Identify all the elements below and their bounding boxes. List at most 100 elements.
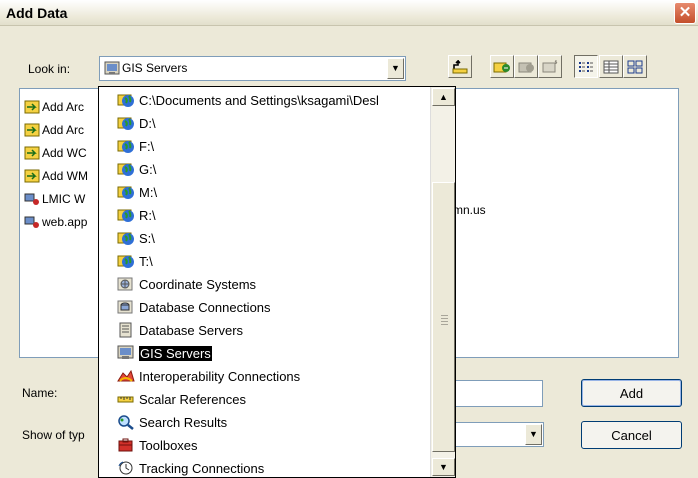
- server-connection-icon: [24, 216, 39, 228]
- dropdown-item[interactable]: F:\: [117, 135, 154, 157]
- scroll-thumb[interactable]: [432, 182, 455, 452]
- cancel-button-label: Cancel: [611, 427, 652, 443]
- add-button[interactable]: Add: [581, 379, 682, 407]
- gis-servers-icon: [117, 345, 134, 359]
- connect-to-folder-icon: [493, 62, 510, 72]
- new-item-button[interactable]: [538, 55, 562, 78]
- globe-folder-icon: [117, 140, 134, 153]
- dropdown-item[interactable]: Scalar References: [117, 388, 246, 410]
- dropdown-item[interactable]: T:\: [117, 250, 153, 272]
- list-item-label: Add Arc: [42, 100, 85, 114]
- globe-folder-icon: [117, 94, 134, 107]
- scroll-down-button[interactable]: ▼: [432, 458, 455, 476]
- globe-folder-icon: [117, 209, 134, 222]
- dropdown-item[interactable]: D:\: [117, 112, 156, 134]
- look-in-label: Look in:: [28, 62, 71, 76]
- gis-servers-icon: [104, 61, 120, 79]
- list-item-label: Add Arc: [42, 123, 85, 137]
- list-item-label: LMIC W: [42, 192, 86, 206]
- up-one-level-button[interactable]: [448, 55, 472, 78]
- dropdown-item-label: T:\: [139, 253, 153, 269]
- dropdown-item[interactable]: Search Results: [117, 411, 227, 433]
- dropdown-item[interactable]: Interoperability Connections: [117, 365, 300, 387]
- database-servers-icon: [119, 322, 132, 338]
- globe-folder-icon: [117, 163, 134, 176]
- chevron-down-icon[interactable]: ▼: [525, 424, 542, 445]
- dropdown-item-label: M:\: [139, 184, 158, 200]
- dropdown-item-selected[interactable]: GIS Servers: [117, 342, 212, 364]
- dropdown-item[interactable]: G:\: [117, 158, 156, 180]
- scroll-up-button[interactable]: ▲: [432, 88, 455, 106]
- list-item[interactable]: Add WM: [24, 167, 88, 185]
- thumbnail-view-icon: [627, 60, 643, 73]
- new-item-icon: [542, 59, 558, 72]
- server-connection-icon: [24, 193, 39, 205]
- details-view-button[interactable]: [599, 55, 623, 78]
- add-button-label: Add: [619, 385, 644, 401]
- dropdown-item[interactable]: Toolboxes: [117, 434, 198, 456]
- add-server-icon: [24, 169, 40, 183]
- disconnect-folder-button[interactable]: [514, 55, 538, 78]
- add-server-icon: [24, 123, 40, 137]
- dropdown-item-label: Scalar References: [139, 391, 246, 407]
- grip-icon: [441, 315, 448, 327]
- globe-folder-icon: [117, 232, 134, 245]
- window-title: Add Data: [6, 5, 68, 21]
- chevron-up-icon: ▲: [439, 92, 448, 102]
- close-icon: ✕: [678, 4, 692, 21]
- cancel-button[interactable]: Cancel: [581, 421, 682, 449]
- name-label: Name:: [22, 386, 58, 400]
- list-item[interactable]: LMIC W: [24, 190, 85, 208]
- dropdown-item-label: Tracking Connections: [139, 460, 265, 476]
- dropdown-item-label: C:\Documents and Settings\ksagami\Desl: [139, 92, 379, 108]
- toolboxes-icon: [118, 438, 133, 452]
- dropdown-item-label: GIS Servers: [139, 345, 212, 361]
- list-item[interactable]: Add Arc: [24, 121, 84, 139]
- coordinate-systems-icon: [117, 277, 133, 291]
- chevron-down-icon: ▼: [439, 462, 448, 472]
- dropdown-item[interactable]: R:\: [117, 204, 156, 226]
- dropdown-item-label: S:\: [139, 230, 155, 246]
- dropdown-item[interactable]: Database Connections: [117, 296, 271, 318]
- up-folder-icon: [452, 59, 468, 73]
- title-bar: Add Data ✕: [0, 0, 698, 26]
- dropdown-scrollbar[interactable]: ▲ ▼: [430, 87, 455, 477]
- list-item-label: Add WC: [42, 146, 87, 160]
- look-in-combo[interactable]: GIS Servers ▼: [99, 56, 406, 81]
- name-field[interactable]: [455, 380, 543, 407]
- dropdown-item[interactable]: C:\Documents and Settings\ksagami\Desl: [117, 89, 379, 111]
- globe-folder-icon: [117, 117, 134, 130]
- connect-to-folder-button[interactable]: [490, 55, 514, 78]
- list-view-icon: [579, 61, 593, 72]
- look-in-dropdown[interactable]: C:\Documents and Settings\ksagami\Desl D…: [98, 86, 456, 478]
- dropdown-item[interactable]: Database Servers: [117, 319, 243, 341]
- dropdown-item-label: D:\: [139, 115, 156, 131]
- look-in-value: GIS Servers: [122, 61, 188, 75]
- dropdown-item-label: Coordinate Systems: [139, 276, 257, 292]
- thumbnail-view-button[interactable]: [623, 55, 647, 78]
- dropdown-item[interactable]: S:\: [117, 227, 155, 249]
- dropdown-item-label: Toolboxes: [139, 437, 198, 453]
- list-view-button[interactable]: [574, 55, 598, 78]
- chevron-down-icon[interactable]: ▼: [387, 58, 404, 79]
- dropdown-item[interactable]: Coordinate Systems: [117, 273, 256, 295]
- dropdown-item-label: Search Results: [139, 414, 228, 430]
- list-item[interactable]: web.app: [24, 213, 87, 231]
- dropdown-item[interactable]: M:\: [117, 181, 157, 203]
- close-button[interactable]: ✕: [674, 2, 696, 24]
- list-item[interactable]: Add WC: [24, 144, 87, 162]
- list-item[interactable]: Add Arc: [24, 98, 84, 116]
- dropdown-item[interactable]: Tracking Connections: [117, 457, 265, 477]
- dropdown-item-label: Database Connections: [139, 299, 271, 315]
- add-server-icon: [24, 100, 40, 114]
- dropdown-item-label: Interoperability Connections: [139, 368, 301, 384]
- database-connections-icon: [117, 300, 133, 314]
- list-item-label: Add WM: [42, 169, 89, 183]
- globe-folder-icon: [117, 186, 134, 199]
- globe-folder-icon: [117, 255, 134, 268]
- dropdown-item-label: R:\: [139, 207, 156, 223]
- disconnect-folder-icon: [518, 62, 534, 72]
- interoperability-icon: [117, 369, 135, 382]
- tracking-connections-icon: [118, 461, 133, 475]
- show-type-combo[interactable]: ▼: [455, 422, 544, 447]
